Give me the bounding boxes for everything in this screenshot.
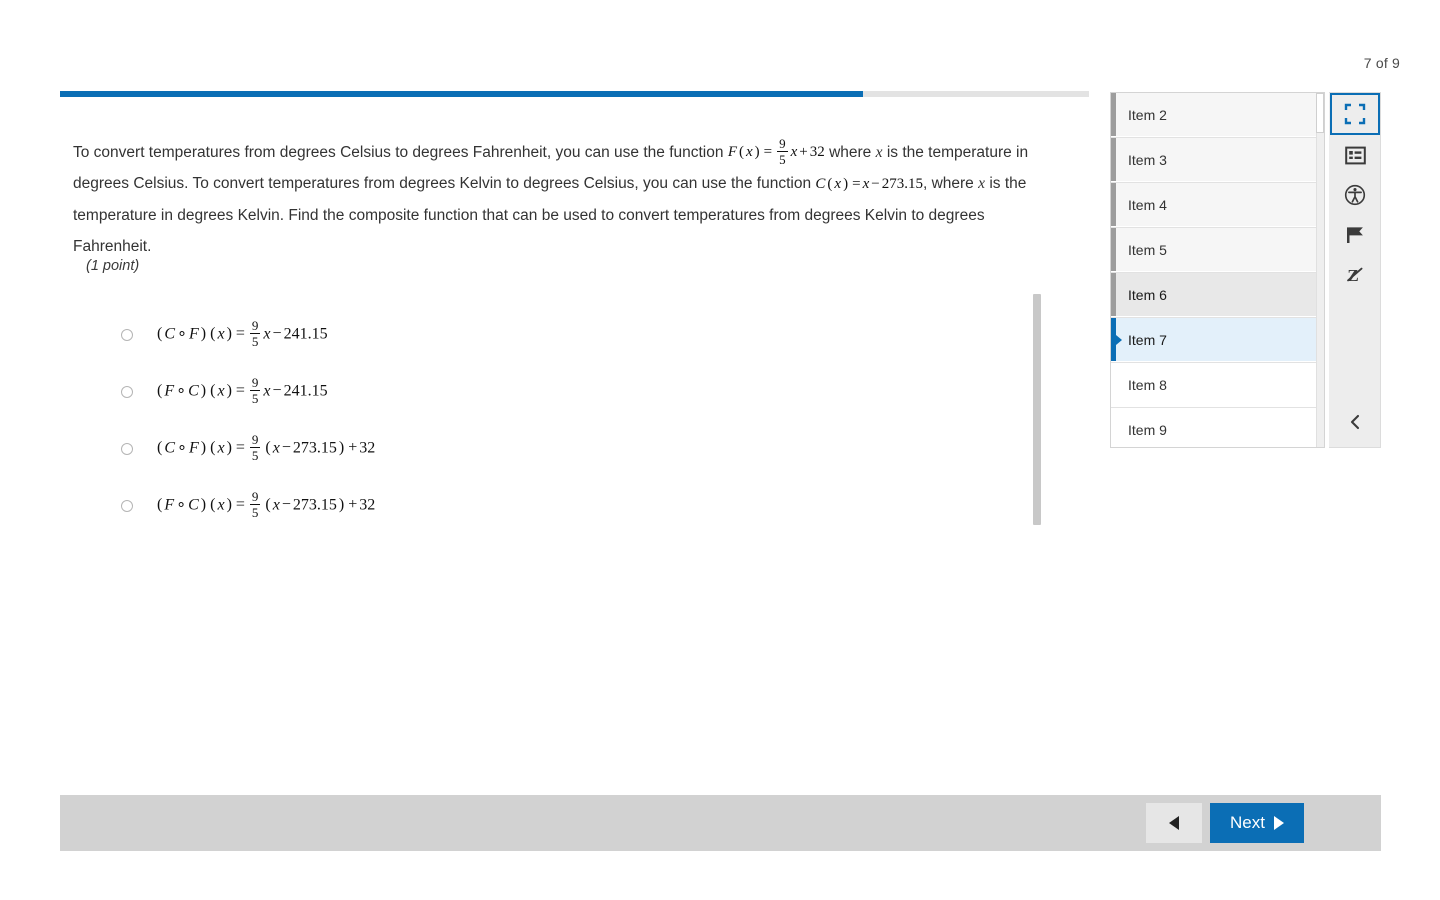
tool-rail: Z <box>1329 92 1381 448</box>
collapse-tool-rail-button[interactable] <box>1329 407 1381 441</box>
item-navigator-scroll-thumb[interactable] <box>1316 93 1324 133</box>
answer-option[interactable]: (F ∘ C)(x) = 9 5(x −273.15) +32 <box>93 477 1033 534</box>
answer-option[interactable]: (C ∘ F)(x) = 9 5 x −241.15 <box>93 306 1033 363</box>
navigator-item[interactable]: Item 7 <box>1111 318 1324 362</box>
previous-button[interactable] <box>1146 803 1202 843</box>
stem-var-x-1: x <box>875 144 883 161</box>
navigator-item[interactable]: Item 6 <box>1111 273 1324 317</box>
answer-option[interactable]: (C ∘ F)(x) = 9 5(x −273.15) +32 <box>93 420 1033 477</box>
navigator-item-status-bar <box>1111 228 1116 271</box>
answer-option-formula: (F ∘ C)(x) = 9 5(x −273.15) +32 <box>157 488 376 520</box>
stem-part-1: To convert temperatures from degrees Cel… <box>73 144 724 161</box>
stem-part-2: where <box>829 144 872 161</box>
navigator-item[interactable]: Item 8 <box>1111 363 1324 407</box>
navigator-item-label: Item 5 <box>1128 241 1167 258</box>
navigator-item[interactable]: Item 2 <box>1111 93 1324 137</box>
reference-panel-icon <box>1344 145 1366 166</box>
assessment-page: 7 of 9 To convert temperatures from degr… <box>0 0 1440 900</box>
fullscreen-icon <box>1344 103 1366 125</box>
accessibility-icon <box>1344 184 1366 206</box>
navigator-item-status-bar <box>1111 408 1116 447</box>
navigator-item-status-bar <box>1111 183 1116 226</box>
navigator-item-status-bar <box>1111 93 1116 136</box>
flag-button[interactable] <box>1329 215 1381 255</box>
question-scrollbar[interactable] <box>1033 294 1041 525</box>
radio-button[interactable] <box>121 328 133 341</box>
navigation-footer: Next <box>60 795 1381 851</box>
item-navigator-scrollbar[interactable] <box>1316 93 1324 447</box>
current-item-pointer-icon <box>1116 334 1122 345</box>
answer-option[interactable]: (F ∘ C)(x) = 9 5 x −241.15 <box>93 363 1033 420</box>
triangle-right-icon <box>1273 816 1284 830</box>
next-button[interactable]: Next <box>1210 803 1304 843</box>
progress-bar-track <box>60 91 1089 97</box>
navigator-item-status-bar <box>1111 138 1116 181</box>
item-navigator-list: Item 2 Item 3 Item 4 Item 5 Item 6 Item 7 Item… <box>1111 93 1324 447</box>
chevron-left-icon <box>1348 414 1362 435</box>
answer-option-formula: (F ∘ C)(x) = 9 5 x −241.15 <box>157 374 328 406</box>
reference-panel-button[interactable] <box>1329 135 1381 175</box>
answer-eliminator-button[interactable]: Z <box>1329 255 1381 295</box>
navigator-item[interactable]: Item 5 <box>1111 228 1324 272</box>
navigator-item-label: Item 4 <box>1128 196 1167 213</box>
navigator-item-label: Item 7 <box>1128 331 1167 348</box>
flag-icon <box>1345 225 1365 245</box>
question-panel: To convert temperatures from degrees Cel… <box>60 110 1089 785</box>
formula-fahrenheit: F(x) = 9 5 x +32 <box>727 135 825 167</box>
stem-var-x-2: x <box>978 175 985 193</box>
answer-option-formula: (C ∘ F)(x) = 9 5(x −273.15) +32 <box>157 431 376 463</box>
next-button-label: Next <box>1230 813 1265 832</box>
accessibility-button[interactable] <box>1329 175 1381 215</box>
navigator-item-label: Item 9 <box>1128 421 1167 438</box>
navigator-item-label: Item 6 <box>1128 286 1167 303</box>
navigator-item-status-bar <box>1111 273 1116 316</box>
radio-button[interactable] <box>121 385 133 398</box>
points-label: (1 point) <box>86 258 140 274</box>
triangle-left-icon <box>1169 816 1179 830</box>
navigator-item-label: Item 3 <box>1128 151 1167 168</box>
navigator-item-status-bar <box>1111 363 1116 406</box>
radio-button[interactable] <box>121 499 133 512</box>
navigator-item[interactable]: Item 4 <box>1111 183 1324 227</box>
navigator-item-label: Item 2 <box>1128 106 1167 123</box>
page-counter: 7 of 9 <box>1363 55 1400 71</box>
stem-part-4: , where <box>922 175 974 193</box>
formula-celsius: C(x) = x −273.15 <box>815 175 923 192</box>
progress-bar-fill <box>60 91 863 97</box>
navigator-item[interactable]: Item 9 <box>1111 408 1324 447</box>
navigator-item[interactable]: Item 3 <box>1111 138 1324 182</box>
navigator-item-label: Item 8 <box>1128 376 1167 393</box>
item-navigator: Item 2 Item 3 Item 4 Item 5 Item 6 Item 7 Item… <box>1110 92 1325 448</box>
question-stem: To convert temperatures from degrees Cel… <box>73 135 1043 262</box>
strikethrough-answer-icon: Z <box>1345 265 1365 285</box>
answer-options: (C ∘ F)(x) = 9 5 x −241.15 (F ∘ C)(x) = 9 5 x −241.15 (C… <box>93 306 1033 534</box>
answer-option-formula: (C ∘ F)(x) = 9 5 x −241.15 <box>157 317 328 349</box>
radio-button[interactable] <box>121 442 133 455</box>
fullscreen-button[interactable] <box>1330 93 1380 135</box>
